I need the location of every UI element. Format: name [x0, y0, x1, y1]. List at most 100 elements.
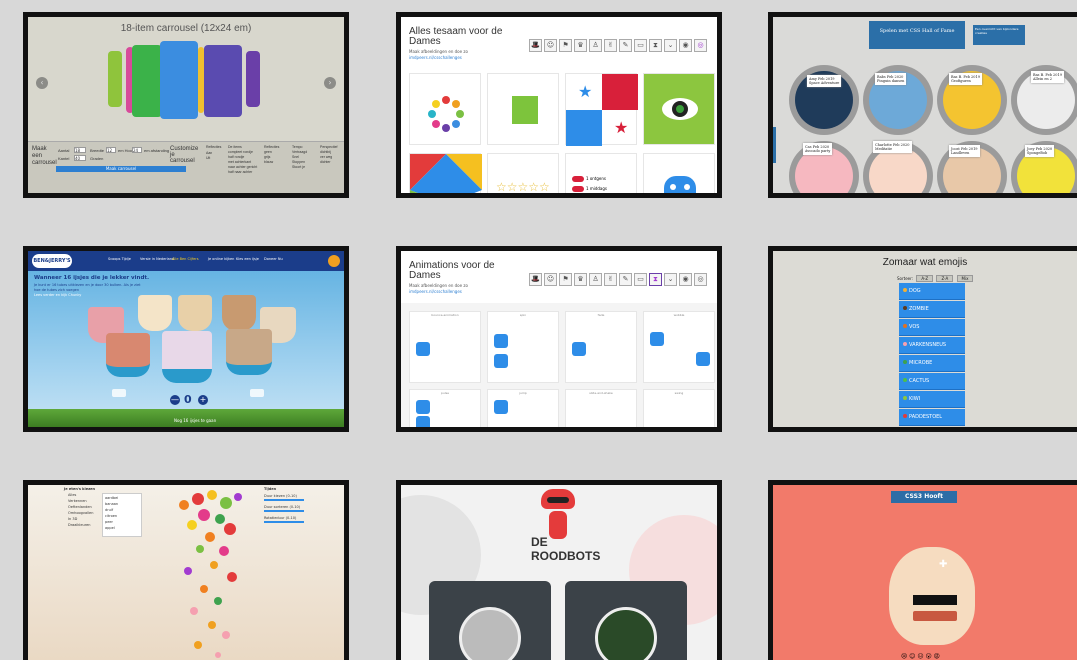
tilt-input[interactable]: 40 — [74, 155, 86, 161]
hat-icon[interactable]: 🎩 — [529, 273, 542, 286]
ice-cream-tub[interactable] — [162, 331, 212, 383]
crown-icon[interactable]: ♛ — [574, 39, 587, 52]
css3-head-thumbnail[interactable]: CSS3 Hooft ✚ 😢 😊 😐 😮 😡 — [768, 480, 1077, 660]
animation-card[interactable]: bounce-animation — [409, 311, 481, 383]
carousel-thumbnail[interactable]: 18-item carrousel (12x24 em) ‹ › Maak ee… — [23, 12, 349, 198]
option-label[interactable]: compleet rondje — [228, 150, 253, 154]
face-icon[interactable]: ☺ — [544, 273, 557, 286]
minus-button[interactable]: — — [170, 395, 180, 405]
option-label[interactable]: naar achter gericht — [228, 165, 257, 169]
eye-icon[interactable]: ◉ — [679, 39, 692, 52]
option-label[interactable]: half naar achter — [228, 170, 252, 174]
make-carousel-button[interactable]: Maak carrousel — [56, 166, 186, 172]
option-label[interactable]: dichter — [320, 160, 331, 164]
toggle-switch[interactable] — [572, 186, 584, 192]
nav-item[interactable]: Scoops Tijdje — [108, 257, 131, 261]
chevron-icon[interactable]: ⌄ — [664, 39, 677, 52]
crown-icon[interactable]: ♛ — [574, 273, 587, 286]
book-icon[interactable]: ▭ — [634, 39, 647, 52]
emoji-thumbnail[interactable]: Zomaar wat emojis Sorteer: A-Z Z-A Mix D… — [768, 246, 1077, 432]
eye-icon[interactable]: ◉ — [679, 273, 692, 286]
animation-card[interactable]: swing — [643, 389, 715, 427]
emoji-icon[interactable]: ✌ — [604, 39, 617, 52]
option-label[interactable]: grijs — [264, 155, 270, 159]
ice-cream-tub[interactable] — [138, 295, 172, 331]
plus-button[interactable]: + — [198, 395, 208, 405]
bj-logo[interactable]: BEN&JERRY'S — [32, 254, 72, 268]
option-label[interactable]: Vertraagd — [292, 150, 307, 154]
dames-thumbnail[interactable]: Alles tesaam voor de Dames Maak afbeeldi… — [396, 12, 722, 198]
tag-icon[interactable]: ✎ — [619, 273, 632, 286]
nav-item[interactable]: Kies een ijsje — [236, 257, 259, 261]
chevron-icon[interactable]: ⌄ — [664, 273, 677, 286]
amount-input[interactable]: 18 — [74, 147, 86, 153]
tag-icon[interactable]: ✎ — [619, 39, 632, 52]
ice-cream-tub[interactable] — [226, 329, 272, 375]
emoji-icon[interactable]: ✌ — [604, 273, 617, 286]
hourglass-icon[interactable]: ⧗ — [649, 273, 662, 286]
ben-jerry-thumbnail[interactable]: BEN&JERRY'S Scoops Tijdje Versie in Nede… — [23, 246, 349, 432]
sort-az-button[interactable]: A-Z — [916, 275, 934, 282]
animation-card[interactable]: slide-and-shake — [565, 389, 637, 427]
ice-cream-tub[interactable] — [178, 295, 212, 331]
option[interactable]: Verkennen — [68, 499, 87, 503]
card-panama-flag[interactable]: ★ ★ — [565, 73, 638, 146]
toggle-switch[interactable] — [572, 176, 584, 182]
card-toggle-switch[interactable]: 1 ontgens 1 middags — [565, 153, 637, 193]
option-label[interactable]: Snel — [292, 155, 299, 159]
card-green-cube[interactable] — [487, 73, 559, 145]
roodbots-thumbnail[interactable]: DE ROODBOTS — [396, 480, 722, 660]
emoji-row[interactable]: DOG — [899, 283, 965, 300]
emoji-row[interactable]: KIWI — [899, 391, 965, 408]
animation-card[interactable]: jump — [487, 389, 559, 427]
nav-item[interactable]: Alle Ben Cijfers — [172, 257, 199, 261]
option-label[interactable]: met achterkant — [228, 160, 251, 164]
option-label[interactable]: ver weg — [320, 155, 332, 159]
person-icon[interactable]: ♙ — [589, 273, 602, 286]
emoji-row[interactable]: CACTUS — [899, 373, 965, 390]
emoji-row[interactable]: VOS — [899, 319, 965, 336]
height-input[interactable]: 24 — [132, 147, 142, 153]
sort-za-button[interactable]: Z-A — [936, 275, 954, 282]
hall-of-fame-thumbnail[interactable]: Spelen met CSS Hall of Fame Een overzich… — [768, 12, 1077, 198]
flag-icon[interactable]: ⚑ — [559, 273, 572, 286]
card-eye[interactable] — [643, 73, 715, 145]
spiral-icon[interactable]: ◎ — [694, 39, 707, 52]
option[interactable]: In 3D — [68, 517, 77, 521]
side-handle[interactable] — [773, 127, 776, 163]
team-member-card[interactable] — [565, 581, 687, 660]
card-tangram[interactable] — [409, 153, 482, 193]
hourglass-icon[interactable]: ⧗ — [649, 39, 662, 52]
option[interactable]: Alles — [68, 493, 76, 497]
prev-arrow-button[interactable]: ‹ — [36, 77, 48, 89]
animations-link[interactable]: imdpeers.nl/csschallenges — [409, 289, 462, 294]
emoji-row[interactable]: VARKENSNEUS — [899, 337, 965, 354]
nav-item[interactable]: Versie in Nederland — [140, 257, 174, 261]
sort-mix-button[interactable]: Mix — [956, 275, 974, 282]
person-icon[interactable]: ♙ — [589, 39, 602, 52]
card-blue-cat[interactable] — [643, 153, 715, 193]
animation-card[interactable]: fade — [565, 311, 637, 383]
card-dots-circle[interactable] — [409, 73, 481, 145]
option-label[interactable]: geen — [264, 150, 272, 154]
hat-icon[interactable]: 🎩 — [529, 39, 542, 52]
fruits-thumbnail[interactable]: Je eten's kiezen Alles Verkennen Oeftenl… — [23, 480, 349, 660]
animation-card[interactable]: wobble — [643, 311, 715, 383]
option-label[interactable]: Stoort je — [292, 165, 305, 169]
animation-card[interactable]: pulse — [409, 389, 481, 427]
nav-item[interactable]: Doneer Nu — [264, 257, 283, 261]
next-arrow-button[interactable]: › — [324, 77, 336, 89]
bj-link[interactable]: Lees verder en kijk Chunky — [34, 293, 81, 297]
option-label[interactable]: half rondje — [228, 155, 244, 159]
option[interactable]: Omhoogvallen — [68, 511, 93, 515]
dames-link[interactable]: imdpeers.nl/csschallenges — [409, 55, 462, 60]
option-label[interactable]: dichtbij — [320, 150, 331, 154]
flag-icon[interactable]: ⚑ — [559, 39, 572, 52]
option-label[interactable]: blauw — [264, 160, 273, 164]
option-label[interactable]: Aan — [206, 151, 212, 155]
emoji-row[interactable]: PADDESTOEL — [899, 409, 965, 426]
nav-item[interactable]: Je online kijken — [208, 257, 234, 261]
ice-cream-tub[interactable] — [222, 295, 256, 331]
face-icon[interactable]: ☺ — [544, 39, 557, 52]
option[interactable]: Draaikleuren — [68, 523, 91, 527]
